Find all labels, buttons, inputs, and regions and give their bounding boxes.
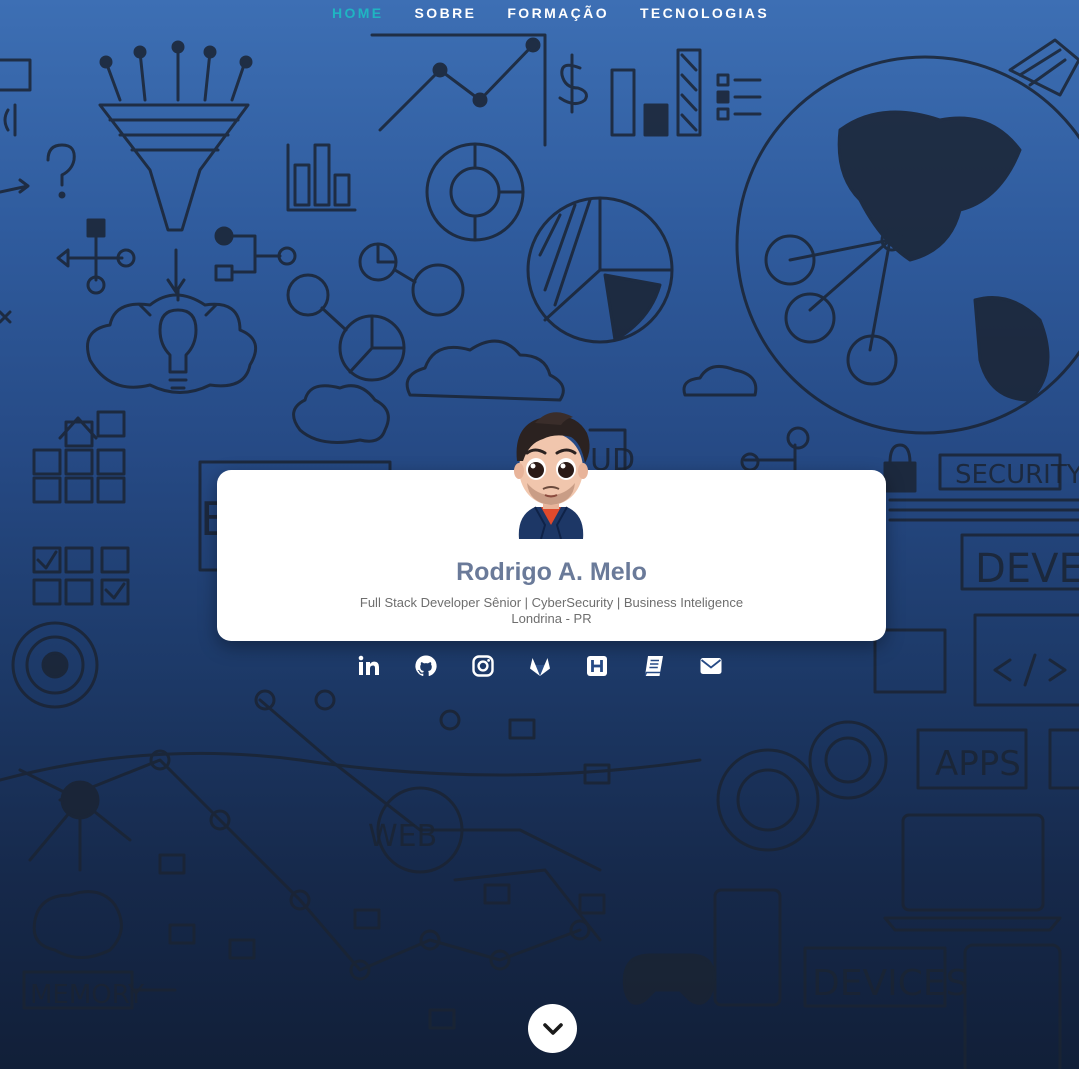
- gitlab-icon[interactable]: [511, 651, 568, 681]
- nav-item-sobre[interactable]: SOBRE: [415, 4, 477, 24]
- social-links: [0, 651, 1079, 681]
- github-icon[interactable]: [397, 651, 454, 681]
- book-icon[interactable]: [625, 651, 682, 681]
- scroll-down-button[interactable]: [528, 1004, 577, 1053]
- profile-location: Londrina - PR: [511, 611, 592, 626]
- top-navigation: HOME SOBRE FORMAÇÃO TECNOLOGIAS: [0, 4, 1079, 24]
- svg-text:SECURITY: SECURITY: [955, 460, 1079, 490]
- email-icon[interactable]: [682, 651, 739, 681]
- nav-item-tecnologias[interactable]: TECNOLOGIAS: [640, 4, 769, 24]
- profile-name: Rodrigo A. Melo: [456, 558, 647, 586]
- chevron-down-icon: [542, 1022, 563, 1035]
- instagram-icon[interactable]: [454, 651, 511, 681]
- svg-text:DEVICES: DEVICES: [812, 963, 968, 1004]
- svg-text:APPS: APPS: [935, 744, 1021, 784]
- profile-avatar: [514, 412, 590, 539]
- svg-text:WEB: WEB: [368, 819, 437, 854]
- nav-item-formacao[interactable]: FORMAÇÃO: [507, 4, 609, 24]
- svg-text:DEVELO: DEVELO: [975, 546, 1079, 592]
- svg-text:MEMORY: MEMORY: [30, 980, 144, 1010]
- linkedin-icon[interactable]: [340, 651, 397, 681]
- profile-role: Full Stack Developer Sênior | CyberSecur…: [359, 595, 744, 610]
- nav-item-home[interactable]: HOME: [332, 4, 384, 24]
- hackerrank-icon[interactable]: [568, 651, 625, 681]
